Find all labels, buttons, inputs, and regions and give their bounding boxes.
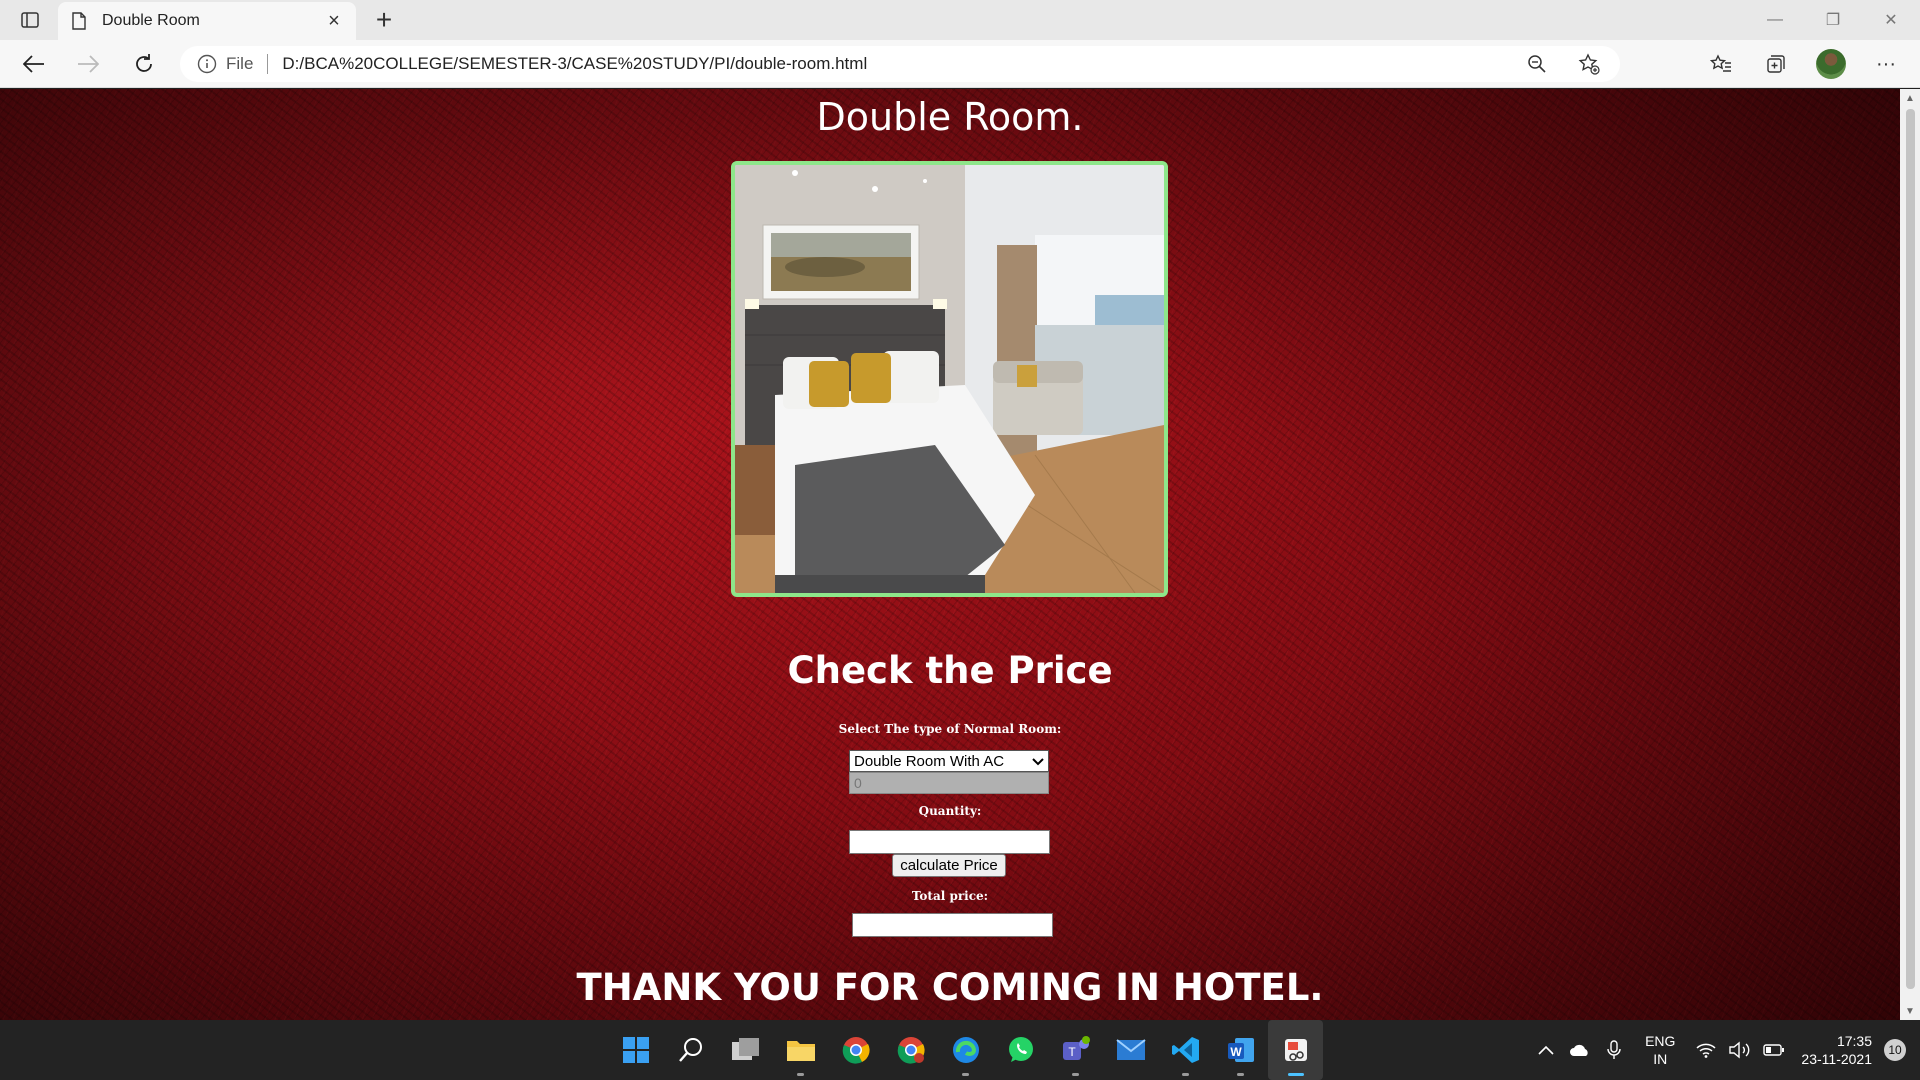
tab-actions-icon[interactable]: [14, 8, 46, 32]
address-bar[interactable]: File D:/BCA%20COLLEGE/SEMESTER-3/CASE%20…: [180, 46, 1620, 82]
browser-tab-bar: Double Room × + — ❐ ✕: [0, 0, 1920, 40]
close-tab-icon[interactable]: ×: [324, 10, 344, 33]
scroll-thumb[interactable]: [1906, 109, 1915, 989]
calculate-price-button[interactable]: calculate Price: [892, 854, 1006, 877]
page-scrollbar[interactable]: ▲ ▼: [1900, 89, 1920, 1020]
minimize-button[interactable]: —: [1746, 0, 1804, 40]
search-icon[interactable]: [663, 1020, 718, 1080]
clock-time: 17:35: [1836, 1033, 1872, 1049]
teams-icon[interactable]: T: [1048, 1020, 1103, 1080]
running-indicator: [797, 1073, 804, 1076]
volume-icon[interactable]: [1726, 1036, 1754, 1064]
quantity-input[interactable]: [849, 830, 1050, 854]
start-icon[interactable]: [608, 1020, 663, 1080]
room-image: [731, 161, 1168, 597]
settings-more-icon[interactable]: ···: [1864, 48, 1908, 80]
address-separator: [267, 54, 269, 74]
restore-button[interactable]: ❐: [1804, 0, 1862, 40]
task-view-icon[interactable]: [718, 1020, 773, 1080]
info-icon[interactable]: [196, 53, 218, 75]
total-price-field[interactable]: [852, 913, 1053, 937]
language-indicator[interactable]: ENG IN: [1645, 1032, 1675, 1068]
svg-text:T: T: [1068, 1045, 1076, 1059]
refresh-button[interactable]: [126, 48, 162, 80]
new-tab-button[interactable]: +: [368, 4, 400, 36]
price-section-title: Check the Price: [787, 649, 1113, 692]
wifi-icon[interactable]: [1692, 1036, 1720, 1064]
system-tray: ENG IN 17:35 23-11-2021 10: [1529, 1020, 1920, 1080]
toolbar-right: ···: [1688, 48, 1908, 80]
url-text[interactable]: D:/BCA%20COLLEGE/SEMESTER-3/CASE%20STUDY…: [282, 54, 1500, 74]
onedrive-icon[interactable]: [1566, 1036, 1594, 1064]
language-line-2: IN: [1653, 1051, 1668, 1067]
active-indicator: [1288, 1073, 1304, 1076]
address-scheme: File: [226, 54, 254, 73]
chevron-down-icon: [1032, 753, 1044, 770]
page-title: Double Room.: [816, 95, 1084, 139]
snipping-tool-icon[interactable]: [1268, 1020, 1323, 1080]
total-price-label: Total price:: [911, 889, 989, 903]
whatsapp-icon[interactable]: [993, 1020, 1048, 1080]
language-line-1: ENG: [1645, 1033, 1676, 1049]
microphone-icon[interactable]: [1600, 1036, 1628, 1064]
scroll-down-icon[interactable]: ▼: [1900, 1002, 1920, 1020]
page-viewport: Double Room. Check the Price Select The …: [0, 89, 1900, 1020]
battery-icon[interactable]: [1760, 1036, 1788, 1064]
favorites-icon[interactable]: [1699, 48, 1743, 80]
mail-icon[interactable]: [1103, 1020, 1158, 1080]
word-icon[interactable]: W: [1213, 1020, 1268, 1080]
taskbar-apps: T W: [608, 1020, 1323, 1080]
running-indicator: [1237, 1073, 1244, 1076]
tab-title: Double Room: [102, 12, 200, 29]
file-explorer-icon[interactable]: [773, 1020, 828, 1080]
add-favorite-icon[interactable]: [1574, 49, 1604, 79]
browser-nav-bar: File D:/BCA%20COLLEGE/SEMESTER-3/CASE%20…: [0, 40, 1920, 88]
room-type-label: Select The type of Normal Room:: [838, 722, 1062, 736]
close-window-button[interactable]: ✕: [1862, 0, 1920, 40]
window-controls: — ❐ ✕: [1746, 0, 1920, 40]
collections-icon[interactable]: [1754, 48, 1798, 80]
room-type-selected: Double Room With AC: [854, 752, 1005, 770]
windows-taskbar: T W ENG IN 17:35 23-11-2021 10: [0, 1020, 1920, 1080]
running-indicator: [1182, 1073, 1189, 1076]
forward-button[interactable]: [70, 48, 106, 80]
running-indicator: [962, 1073, 969, 1076]
zoom-icon[interactable]: [1522, 49, 1552, 79]
back-button[interactable]: [16, 48, 52, 80]
chevron-up-icon[interactable]: [1532, 1036, 1560, 1064]
chrome-profile-icon[interactable]: [883, 1020, 938, 1080]
quantity-label: Quantity:: [918, 804, 982, 818]
vscode-icon[interactable]: [1158, 1020, 1213, 1080]
page-icon: [70, 12, 88, 30]
avatar: [1816, 49, 1846, 79]
running-indicator: [1072, 1073, 1079, 1076]
scroll-up-icon[interactable]: ▲: [1900, 89, 1920, 107]
thank-you-message: THANK YOU FOR COMING IN HOTEL.: [576, 966, 1324, 1009]
room-price-field: 0: [849, 772, 1049, 794]
edge-icon[interactable]: [938, 1020, 993, 1080]
chrome-icon[interactable]: [828, 1020, 883, 1080]
profile-avatar[interactable]: [1809, 48, 1853, 80]
active-tab[interactable]: Double Room ×: [58, 2, 356, 40]
clock-date: 23-11-2021: [1801, 1051, 1872, 1067]
svg-text:W: W: [1230, 1045, 1242, 1059]
notification-badge[interactable]: 10: [1884, 1039, 1906, 1061]
room-type-select[interactable]: Double Room With AC: [849, 750, 1049, 772]
clock[interactable]: 17:35 23-11-2021: [1801, 1032, 1872, 1068]
